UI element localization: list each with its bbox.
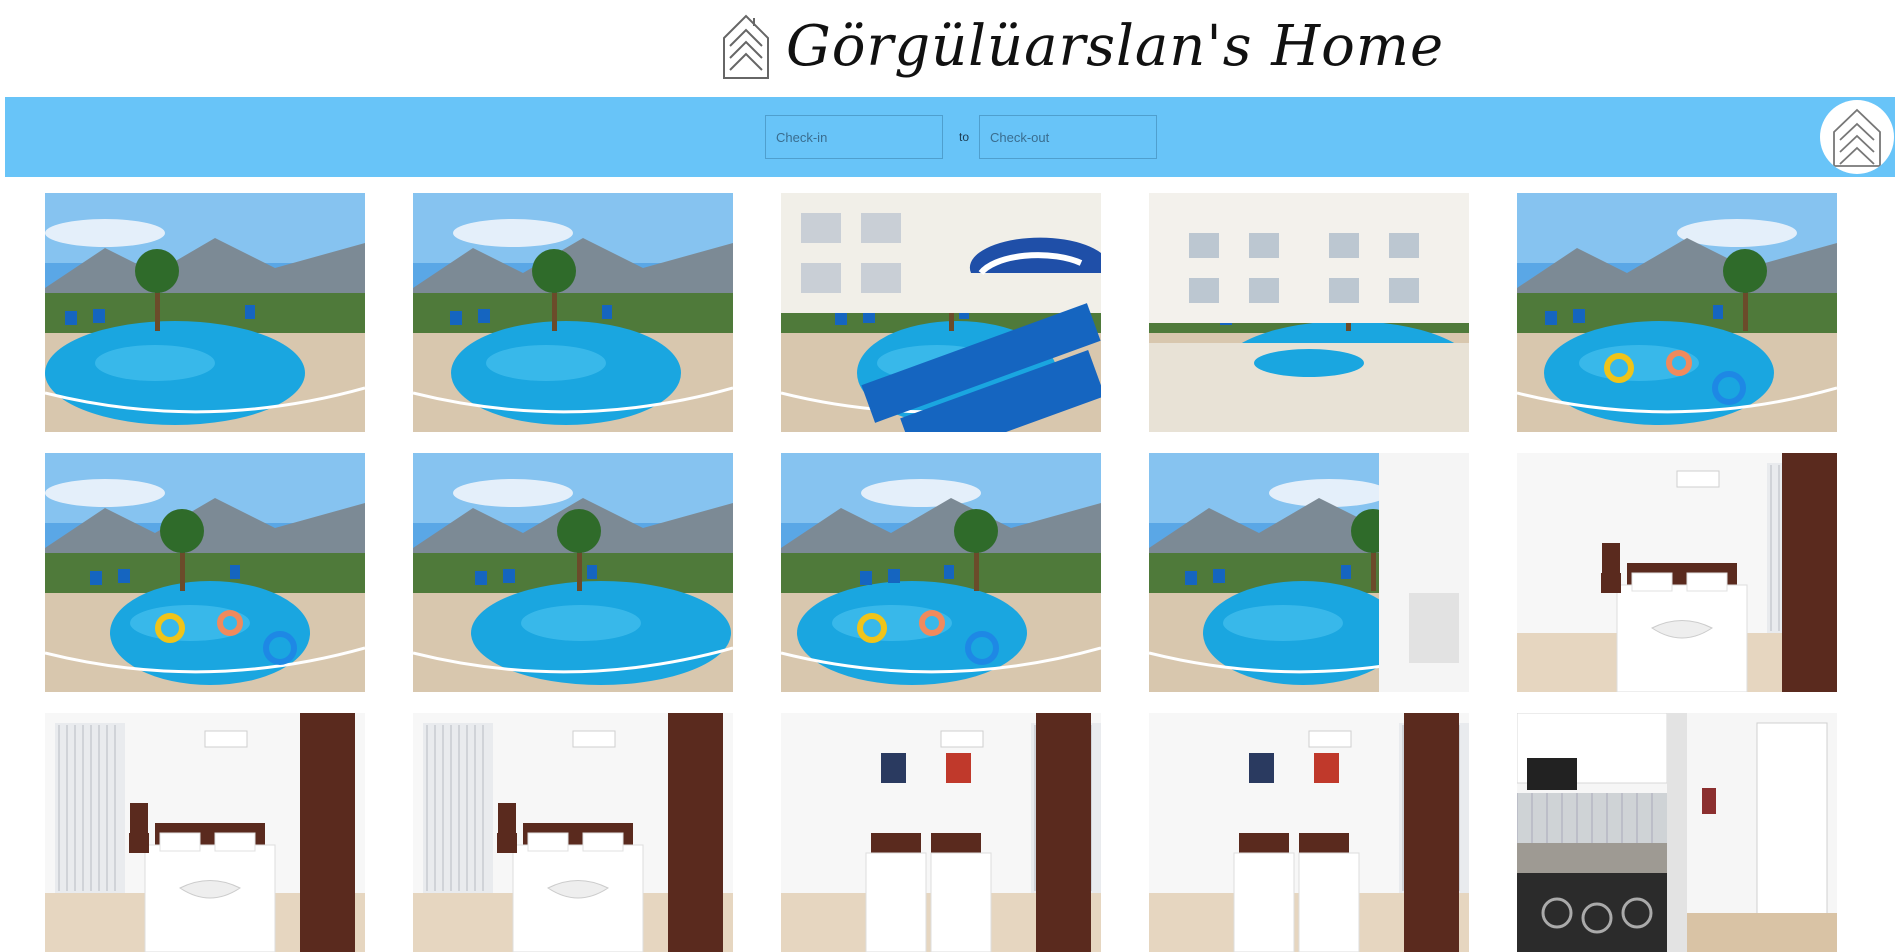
photo-image — [1149, 193, 1469, 432]
gallery-photo-bedroom[interactable] — [1149, 713, 1469, 952]
photo-image — [781, 193, 1101, 432]
gallery-photo-pool[interactable] — [1149, 193, 1469, 432]
gallery-photo-bedroom[interactable] — [45, 713, 365, 952]
gallery-photo-bedroom[interactable] — [1517, 453, 1837, 692]
gallery-photo-pool[interactable] — [413, 453, 733, 692]
house-outline-icon[interactable] — [720, 8, 772, 84]
photo-image — [781, 713, 1101, 952]
gallery-photo-pool[interactable] — [781, 193, 1101, 432]
gallery-photo-pool[interactable] — [45, 453, 365, 692]
date-range-separator: to — [959, 130, 970, 144]
site-header: Görgülüarslan's Home — [0, 0, 1895, 97]
gallery-photo-pool[interactable] — [1517, 193, 1837, 432]
photo-image — [1517, 713, 1837, 952]
photo-image — [781, 453, 1101, 692]
photo-image — [1517, 193, 1837, 432]
gallery-photo-pool[interactable] — [413, 193, 733, 432]
photo-image — [413, 193, 733, 432]
photo-image — [413, 713, 733, 952]
photo-image — [413, 453, 733, 692]
gallery-photo-bedroom[interactable] — [413, 713, 733, 952]
house-outline-icon — [1833, 108, 1881, 167]
photo-image — [45, 713, 365, 952]
photo-image — [45, 193, 365, 432]
site-title[interactable]: Görgülüarslan's Home — [786, 12, 1444, 82]
gallery-photo-pool[interactable] — [45, 193, 365, 432]
photo-image — [45, 453, 365, 692]
booking-bar: to — [5, 97, 1895, 177]
photo-image — [1149, 713, 1469, 952]
photo-image — [1149, 453, 1469, 692]
photo-image — [1517, 453, 1837, 692]
gallery-photo-pool[interactable] — [781, 453, 1101, 692]
corner-logo-button[interactable] — [1820, 100, 1894, 174]
gallery-photo-bedroom[interactable] — [781, 713, 1101, 952]
check-in-input[interactable] — [765, 115, 943, 159]
gallery-photo-kitchen[interactable] — [1517, 713, 1837, 952]
gallery-photo-pool[interactable] — [1149, 453, 1469, 692]
check-out-input[interactable] — [979, 115, 1157, 159]
